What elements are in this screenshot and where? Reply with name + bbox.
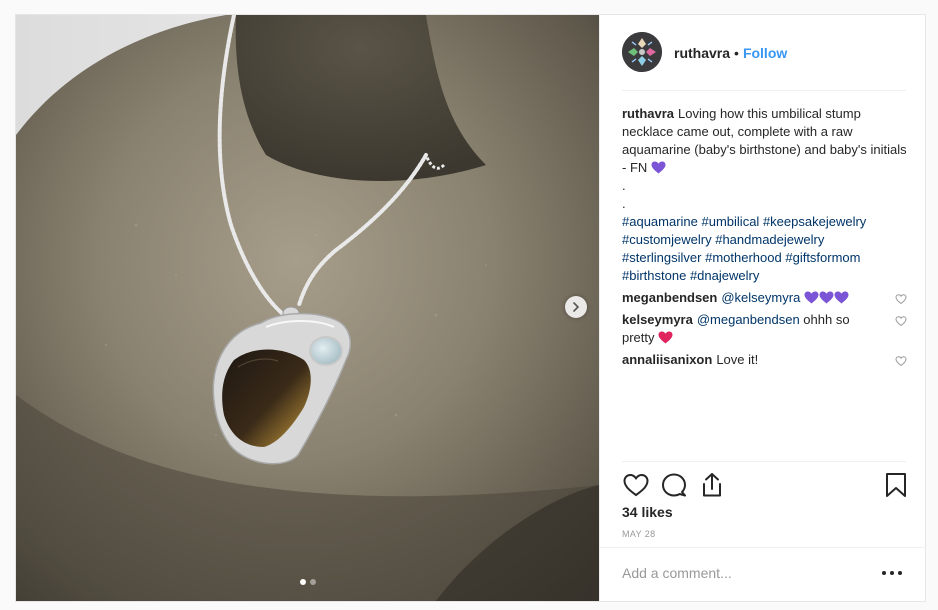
header-text: ruthavra • Follow: [674, 44, 787, 62]
carousel-dot: [309, 579, 316, 585]
comment-row: meganbendsen @kelseymyra: [622, 289, 907, 307]
divider: [600, 547, 926, 548]
post-image[interactable]: [16, 15, 599, 601]
hashtag-link[interactable]: #umbilical: [702, 214, 760, 229]
more-dot: [898, 571, 902, 575]
hashtag-link[interactable]: #handmadejewelry: [715, 232, 824, 247]
post-header: ruthavra • Follow: [600, 15, 926, 89]
comment-row: kelseymyra @meganbendsen ohhh so pretty: [622, 311, 907, 347]
comment-like-icon[interactable]: [895, 355, 907, 367]
comment-like-icon[interactable]: [895, 293, 907, 305]
comment-username[interactable]: meganbendsen: [622, 290, 717, 305]
comment-like-icon[interactable]: [895, 315, 907, 327]
follow-button[interactable]: Follow: [743, 45, 787, 61]
caption-dot-line: .: [622, 196, 626, 211]
red-heart-icon: [658, 331, 673, 344]
carousel-dot-active: [299, 579, 306, 585]
hashtag-link[interactable]: #aquamarine: [622, 214, 698, 229]
purple-heart-icon: [651, 161, 666, 174]
carousel-next-button[interactable]: [565, 296, 587, 318]
hashtag-link[interactable]: #customjewelry: [622, 232, 712, 247]
caption: ruthavra Loving how this umbilical stump …: [622, 105, 907, 285]
avatar[interactable]: [622, 32, 662, 72]
post-side-panel: ruthavra • Follow ruthavra Loving how this …: [599, 15, 926, 601]
necklace-photo: [16, 15, 599, 601]
avatar-logo: [622, 32, 662, 72]
comment-row: annaliisanixon Love it!: [622, 351, 907, 369]
likes-count[interactable]: 34 likes: [622, 504, 673, 520]
more-dot: [882, 571, 886, 575]
caption-username[interactable]: ruthavra: [622, 106, 674, 121]
hashtag-link[interactable]: #dnajewelry: [690, 268, 759, 283]
purple-heart-icon: [804, 291, 819, 304]
purple-heart-icon: [834, 291, 849, 304]
post-date[interactable]: MAY 28: [622, 529, 656, 539]
hashtag-link[interactable]: #birthstone: [622, 268, 686, 283]
carousel-indicator: [16, 579, 599, 585]
add-comment-input[interactable]: Add a comment...: [622, 565, 732, 581]
divider: [622, 461, 906, 462]
comment-text: Love it!: [716, 352, 759, 367]
divider: [622, 90, 906, 91]
comment-username[interactable]: kelseymyra: [622, 312, 693, 327]
save-icon[interactable]: [882, 471, 910, 499]
hashtag-link[interactable]: #sterlingsilver: [622, 250, 701, 265]
comments-list: ruthavra Loving how this umbilical stump …: [622, 105, 907, 369]
purple-heart-icon: [819, 291, 834, 304]
header-username[interactable]: ruthavra: [674, 45, 730, 61]
comment-icon[interactable]: [660, 471, 688, 499]
hashtags: #aquamarine #umbilical #keepsakejewelry …: [622, 213, 907, 285]
hashtag-link[interactable]: #giftsformom: [785, 250, 860, 265]
next-arrow-icon: [573, 302, 580, 312]
caption-dot-line: .: [622, 178, 626, 193]
more-options-icon[interactable]: [882, 568, 902, 578]
comment-mention[interactable]: @kelseymyra: [721, 290, 800, 305]
comment-mention[interactable]: @meganbendsen: [697, 312, 800, 327]
header-separator: •: [734, 45, 739, 61]
share-icon[interactable]: [698, 471, 726, 499]
hashtag-link[interactable]: #motherhood: [705, 250, 782, 265]
like-icon[interactable]: [622, 471, 650, 499]
hashtag-link[interactable]: #keepsakejewelry: [763, 214, 866, 229]
instagram-post: ruthavra • Follow ruthavra Loving how this …: [15, 14, 926, 602]
action-bar: [622, 471, 909, 499]
comment-username[interactable]: annaliisanixon: [622, 352, 712, 367]
more-dot: [890, 571, 894, 575]
